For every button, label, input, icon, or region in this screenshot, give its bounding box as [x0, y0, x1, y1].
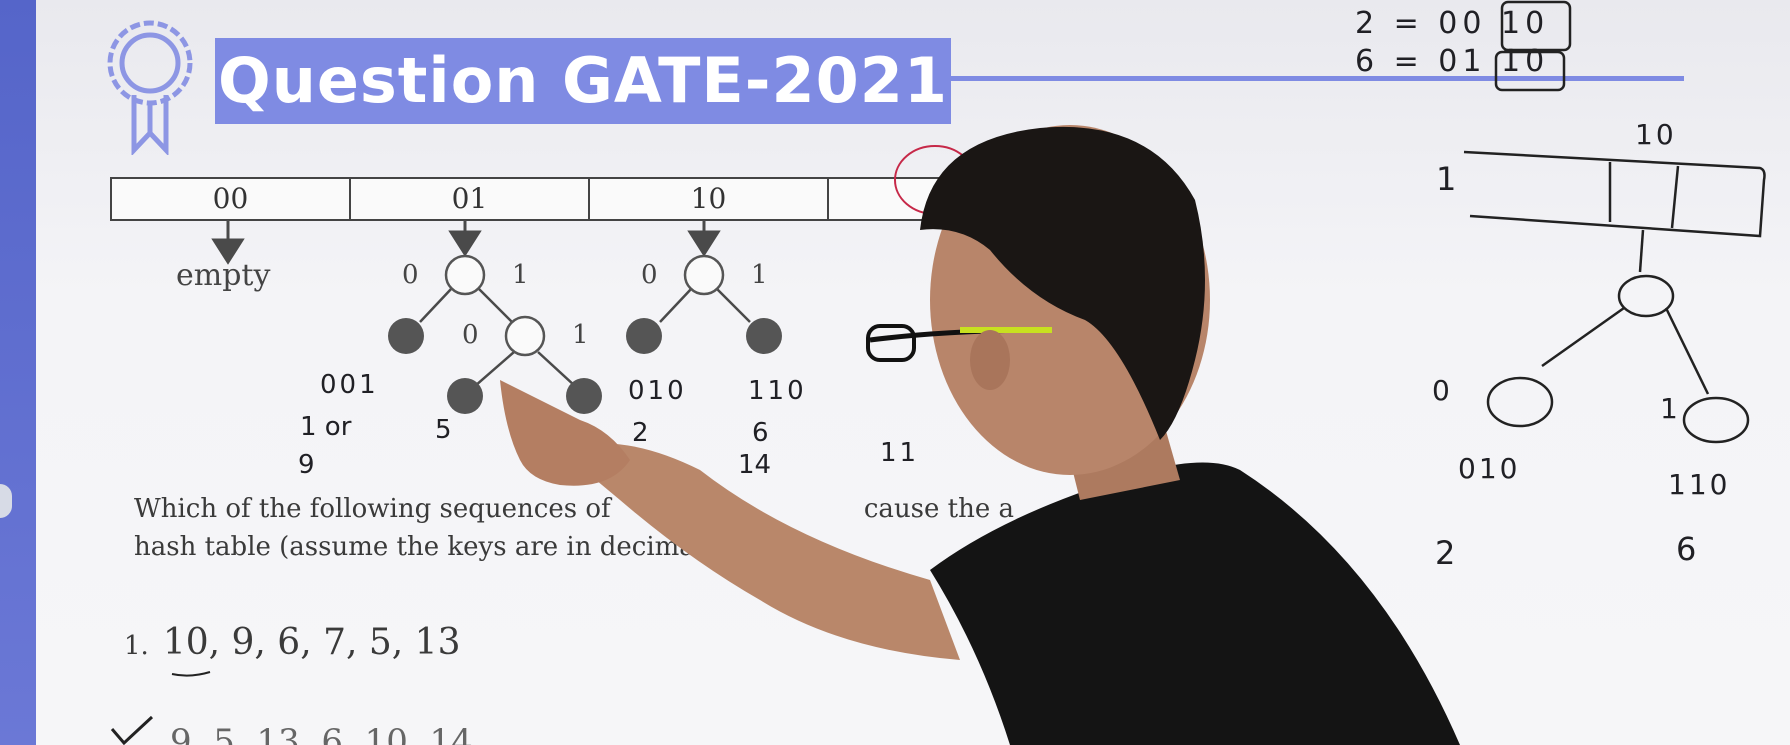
instructor-hand: [500, 380, 630, 486]
video-frame: Question GATE-2021 00 01 10 empty 0 1 0 …: [0, 0, 1790, 745]
instructor-shirt: [930, 462, 1460, 745]
instructor-arm: [560, 443, 960, 660]
instructor: [500, 125, 1460, 745]
